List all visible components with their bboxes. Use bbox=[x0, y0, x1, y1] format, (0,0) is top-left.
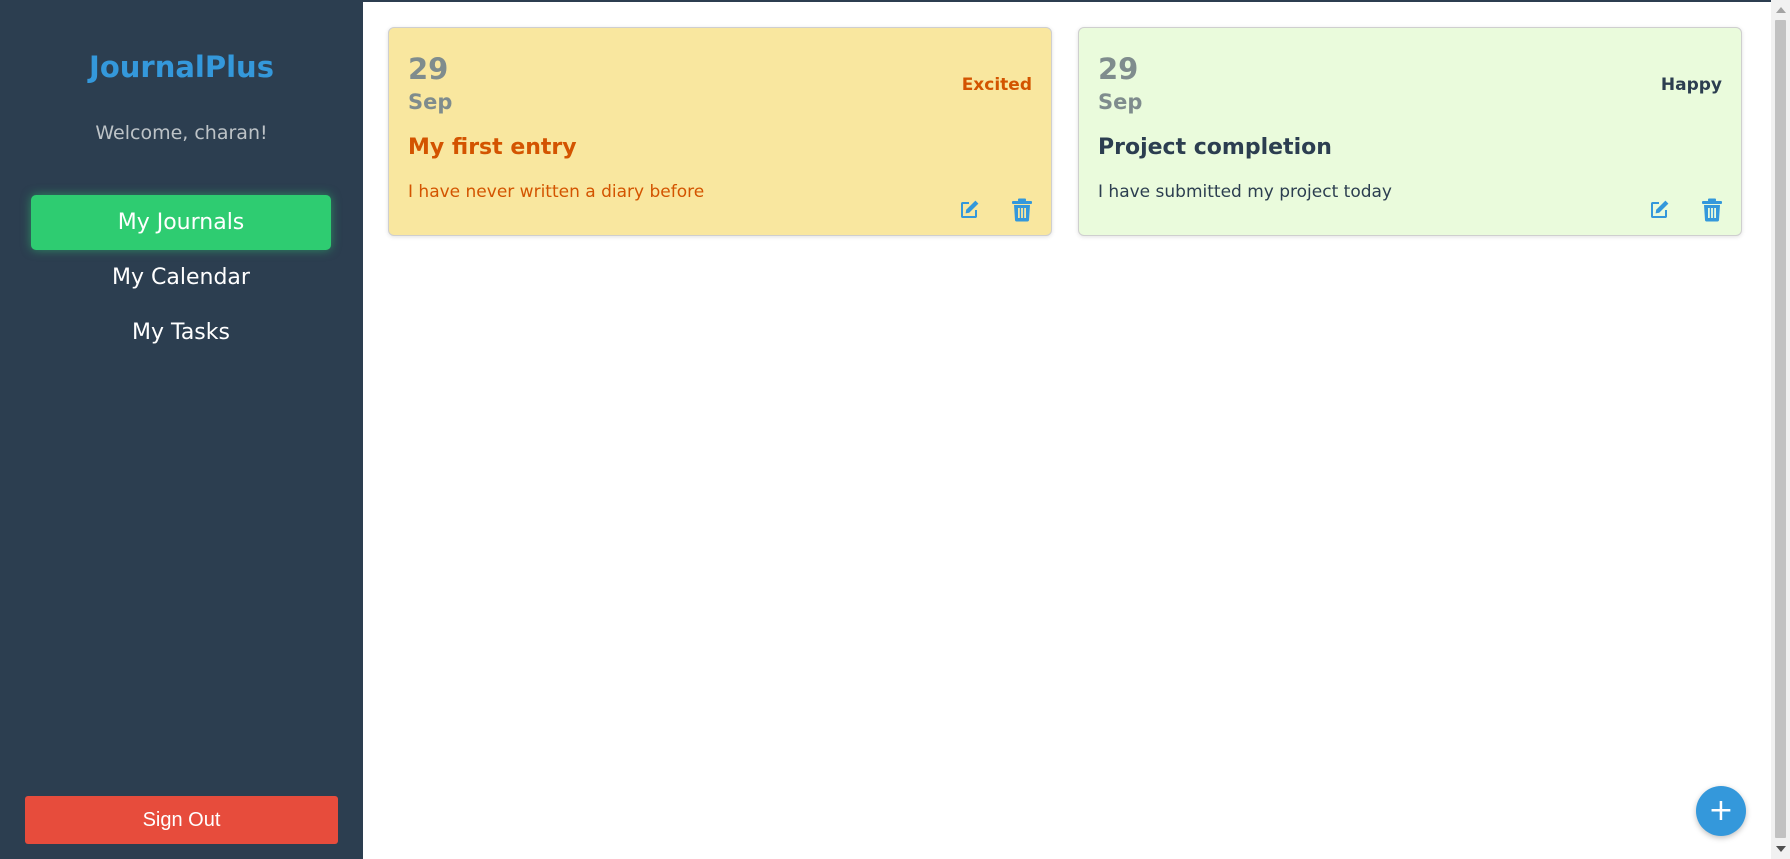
app-brand: JournalPlus bbox=[89, 50, 274, 84]
entry-month: Sep bbox=[1098, 90, 1143, 114]
sidebar-item-label: My Calendar bbox=[112, 265, 250, 290]
journal-card[interactable]: 29 Sep Happy Project completion I have s… bbox=[1078, 27, 1742, 236]
entry-day: 29 bbox=[408, 52, 449, 86]
journal-card[interactable]: 29 Sep Excited My first entry I have nev… bbox=[388, 27, 1052, 236]
scrollbar[interactable] bbox=[1771, 0, 1790, 859]
plus-icon: + bbox=[1708, 793, 1734, 828]
entry-title: My first entry bbox=[408, 135, 577, 160]
trash-icon[interactable] bbox=[1008, 196, 1036, 224]
sidebar-item-my-journals[interactable]: My Journals bbox=[31, 195, 331, 250]
sidebar-item-my-calendar[interactable]: My Calendar bbox=[31, 250, 331, 305]
entry-month: Sep bbox=[408, 90, 453, 114]
edit-icon[interactable] bbox=[1645, 196, 1673, 224]
welcome-message: Welcome, charan! bbox=[95, 122, 268, 144]
scroll-down-arrow-icon[interactable] bbox=[1776, 846, 1786, 852]
scrollbar-thumb[interactable] bbox=[1775, 20, 1786, 838]
entry-body: I have never written a diary before bbox=[408, 182, 705, 202]
add-entry-button[interactable]: + bbox=[1696, 786, 1746, 836]
entry-day: 29 bbox=[1098, 52, 1139, 86]
sidebar-item-label: My Journals bbox=[117, 210, 245, 235]
entry-mood: Excited bbox=[961, 75, 1032, 95]
sidebar-item-my-tasks[interactable]: My Tasks bbox=[31, 305, 331, 360]
edit-icon[interactable] bbox=[955, 196, 983, 224]
scroll-up-arrow-icon[interactable] bbox=[1776, 7, 1786, 13]
trash-icon[interactable] bbox=[1698, 196, 1726, 224]
entry-body: I have submitted my project today bbox=[1098, 182, 1392, 202]
sidebar: JournalPlus Welcome, charan! My Journals… bbox=[0, 0, 363, 859]
sign-out-button[interactable]: Sign Out bbox=[25, 796, 338, 844]
entry-mood: Happy bbox=[1660, 75, 1722, 95]
entry-title: Project completion bbox=[1098, 135, 1332, 160]
sidebar-item-label: My Tasks bbox=[132, 320, 230, 345]
